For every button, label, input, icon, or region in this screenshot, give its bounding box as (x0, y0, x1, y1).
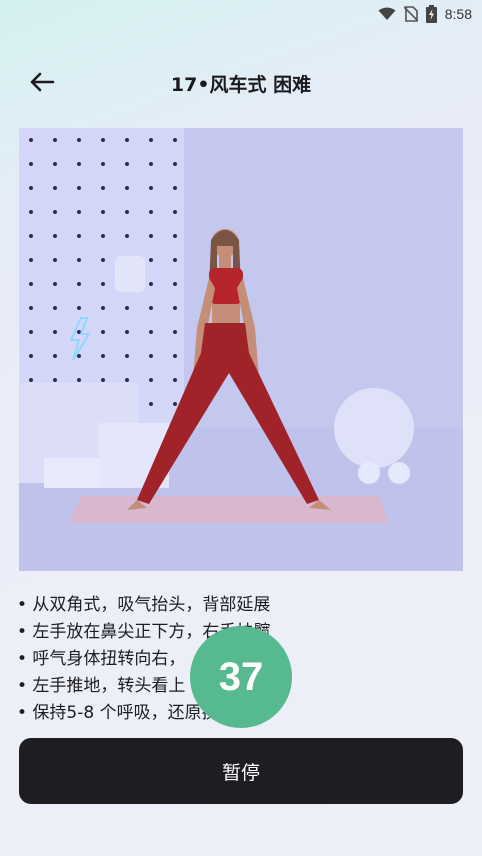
status-bar: 8:58 (0, 0, 482, 28)
exercise-video[interactable] (19, 128, 463, 571)
instruction-item: • 从双角式，吸气抬头，背部延展 (17, 595, 271, 615)
wifi-icon (378, 7, 396, 20)
status-icons: 8:58 (378, 4, 472, 24)
battery-charging-icon (425, 5, 437, 23)
exercise-illustration (19, 128, 463, 571)
no-sim-icon (403, 6, 418, 22)
page-title: 17•风车式 困难 (170, 74, 312, 96)
header: 17•风车式 困难 (0, 58, 482, 106)
countdown-timer: 37 (190, 626, 292, 728)
status-time: 8:58 (444, 6, 472, 22)
pause-button[interactable]: 暂停 (19, 738, 463, 804)
